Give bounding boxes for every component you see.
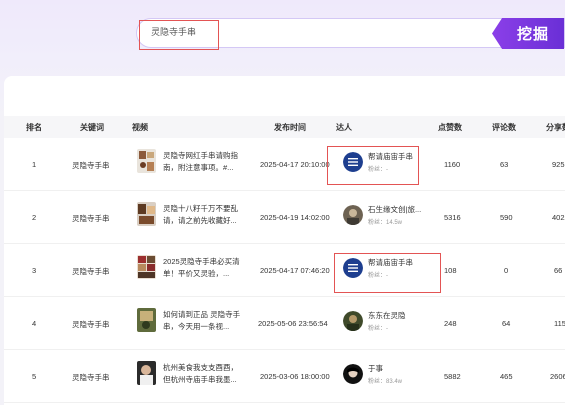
video-thumbnail[interactable] xyxy=(137,255,156,279)
video-title[interactable]: 灵隐十八籽千万不要乱请，请之前先收藏好... xyxy=(163,203,243,227)
author-fans: 粉丝：- xyxy=(368,326,388,332)
video-thumbnail[interactable] xyxy=(137,149,156,173)
video-title[interactable]: 杭州美食我支支酉酉，但杭州寺庙手串我墨... xyxy=(163,362,243,386)
header-rank[interactable]: 排名 xyxy=(26,122,42,133)
video-thumbnail[interactable] xyxy=(137,308,156,332)
shares-cell: 115 xyxy=(554,319,565,328)
author-avatar[interactable] xyxy=(343,364,363,384)
table-header: 排名 关键词 视频 发布时间 达人 点赞数 评论数 分享数 xyxy=(4,116,565,138)
comments-cell: 63 xyxy=(500,160,509,169)
likes-cell: 108 xyxy=(444,266,457,275)
header-comments[interactable]: 评论数 xyxy=(492,122,516,133)
likes-cell: 248 xyxy=(444,319,457,328)
comments-cell: 64 xyxy=(502,319,511,328)
author-highlight-box xyxy=(334,253,441,293)
author-avatar[interactable] xyxy=(343,205,363,225)
likes-cell: 1160 xyxy=(444,160,461,169)
rank-cell: 4 xyxy=(32,319,37,328)
shares-cell: 4022 xyxy=(552,213,565,222)
author-name[interactable]: 石生缘文创|旅... xyxy=(368,204,421,215)
rank-cell: 3 xyxy=(32,266,37,275)
keyword-cell: 灵隐寺手串 xyxy=(72,214,110,223)
author-highlight-box xyxy=(327,146,419,185)
comments-cell: 0 xyxy=(504,266,509,275)
likes-cell: 5316 xyxy=(444,213,461,222)
publish-time-cell: 2025-03-06 18:00:00 xyxy=(260,372,330,381)
publish-time-cell: 2025-04-17 20:10:00 xyxy=(260,160,330,169)
author-fans: 粉丝：83.4w xyxy=(368,379,403,385)
header-video[interactable]: 视频 xyxy=(132,122,148,133)
video-thumbnail[interactable] xyxy=(137,361,156,385)
publish-time-cell: 2025-04-17 07:46:20 xyxy=(260,266,330,275)
header-shares[interactable]: 分享数 xyxy=(546,122,565,133)
publish-time-cell: 2025-05-06 23:56:54 xyxy=(258,319,328,328)
video-title[interactable]: 如何请到正品 灵隐寺手串，今天用一条视... xyxy=(163,309,243,333)
comments-cell: 590 xyxy=(500,213,513,222)
header-likes[interactable]: 点赞数 xyxy=(438,122,462,133)
video-title[interactable]: 2025灵隐寺手串必买清单！平价又灵验，... xyxy=(163,256,243,280)
author-fans: 粉丝：14.5w xyxy=(368,220,403,226)
video-thumbnail[interactable] xyxy=(137,202,156,226)
search-button[interactable]: 挖掘 xyxy=(492,18,564,49)
publish-time-cell: 2025-04-19 14:02:00 xyxy=(260,213,330,222)
keyword-cell: 灵隐寺手串 xyxy=(72,320,110,329)
keyword-cell: 灵隐寺手串 xyxy=(72,161,110,170)
search-bar: 灵隐寺手串 挖掘 xyxy=(136,18,565,50)
table-row[interactable]: 2 灵隐寺手串 灵隐十八籽千万不要乱请，请之前先收藏好... 2025-04-1… xyxy=(4,191,565,244)
shares-cell: 66 xyxy=(554,266,563,275)
search-input[interactable]: 灵隐寺手串 xyxy=(151,25,196,38)
table-row[interactable]: 3 灵隐寺手串 2025灵隐寺手串必买清单！平价又灵验，... 2025-04-… xyxy=(4,244,565,297)
table-row[interactable]: 5 灵隐寺手串 杭州美食我支支酉酉，但杭州寺庙手串我墨... 2025-03-0… xyxy=(4,350,565,403)
video-title[interactable]: 灵隐寺网红手串请购指南，附注意事项。#... xyxy=(163,150,243,174)
shares-cell: 2606 xyxy=(550,372,565,381)
rank-cell: 5 xyxy=(32,372,37,381)
keyword-cell: 灵隐寺手串 xyxy=(72,267,110,276)
likes-cell: 5882 xyxy=(444,372,461,381)
table-row[interactable]: 1 灵隐寺手串 灵隐寺网红手串请购指南，附注意事项。#... 2025-04-1… xyxy=(4,138,565,191)
keyword-cell: 灵隐寺手串 xyxy=(72,373,110,382)
author-name[interactable]: 东东在灵隐 xyxy=(368,310,406,321)
rank-cell: 2 xyxy=(32,213,37,222)
header-keyword[interactable]: 关键词 xyxy=(80,122,104,133)
table-row[interactable]: 4 灵隐寺手串 如何请到正品 灵隐寺手串，今天用一条视... 2025-05-0… xyxy=(4,297,565,350)
author-avatar[interactable] xyxy=(343,311,363,331)
header-author[interactable]: 达人 xyxy=(336,122,352,133)
shares-cell: 925 xyxy=(552,160,565,169)
rank-cell: 1 xyxy=(32,160,37,169)
header-publish-time[interactable]: 发布时间 xyxy=(274,122,306,133)
results-card: 排名 关键词 视频 发布时间 达人 点赞数 评论数 分享数 1 灵隐寺手串 灵隐… xyxy=(4,76,565,405)
author-name[interactable]: 于事 xyxy=(368,363,383,374)
comments-cell: 465 xyxy=(500,372,513,381)
